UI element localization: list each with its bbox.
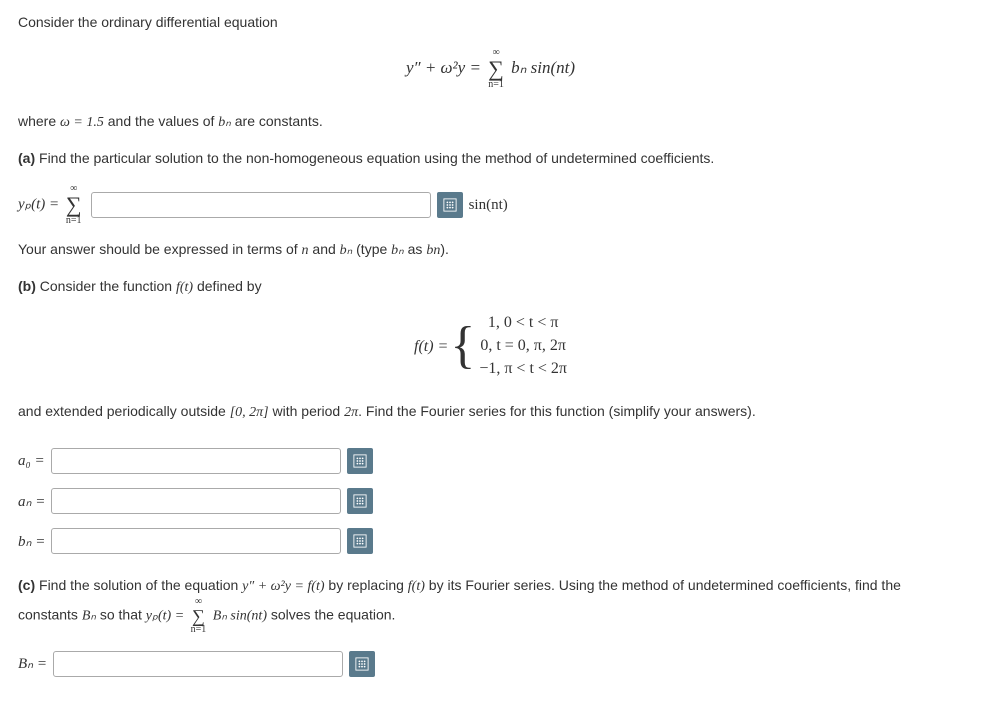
note-bn2: bₙ (391, 243, 404, 258)
sigma-icon: ∑ (192, 607, 205, 625)
sum-lower: n=1 (488, 80, 504, 90)
where-mid: and the values of (104, 113, 218, 129)
Bn-label: Bₙ = (18, 654, 47, 673)
yp-sum-bot: n=1 (66, 216, 82, 226)
note-and: and (309, 241, 340, 257)
note-mid: (type (352, 241, 391, 257)
ext-pre: and extended periodically outside (18, 403, 230, 419)
part-b: (b) Consider the function f(t) defined b… (18, 277, 963, 298)
brace-icon: { (450, 323, 475, 370)
pc-ft: f(t) (408, 579, 425, 594)
Bn-input[interactable] (53, 651, 343, 677)
pc-t1: Find the solution of the equation (35, 577, 242, 593)
note-as: as (404, 241, 427, 257)
extend-line: and extended periodically outside [0, 2π… (18, 402, 963, 423)
case2: 0, t = 0, π, 2π (479, 336, 567, 357)
where-omega: ω = 1.5 (60, 115, 104, 130)
an-label: aₙ = (18, 492, 45, 511)
note-bn3: bn (426, 243, 440, 258)
an-input[interactable] (51, 488, 341, 514)
intro-text: Consider the ordinary differential equat… (18, 14, 963, 30)
where-pre: where (18, 113, 60, 129)
ext-post: . Find the Fourier series for this funct… (358, 403, 756, 419)
pc-Bn: Bₙ (82, 609, 96, 624)
note-a: Your answer should be expressed in terms… (18, 240, 963, 261)
pc-eq: y″ + ω²y = f(t) (242, 579, 324, 594)
ext-period: 2π (344, 405, 358, 420)
yp-label: yₚ(t) = ∞ ∑ n=1 (18, 184, 85, 226)
pc-t4: so that (96, 607, 146, 623)
piecewise-lhs: f(t) = (414, 338, 448, 356)
yp-after: sin(nt) (469, 197, 508, 214)
sigma-icon: ∑ (66, 194, 82, 216)
keypad-icon (355, 657, 369, 671)
pc-t2: by replacing (325, 577, 408, 593)
where-line: where ω = 1.5 and the values of bₙ are c… (18, 112, 963, 133)
a0-input[interactable] (51, 448, 341, 474)
cases: 1, 0 < t < π 0, t = 0, π, 2π −1, π < t <… (479, 313, 567, 379)
where-bn: bₙ (218, 115, 231, 130)
bn-calc-button[interactable] (347, 528, 373, 554)
part-b-label: (b) (18, 278, 36, 294)
an-calc-button[interactable] (347, 488, 373, 514)
pc-sum: ∞∑n=1 (188, 597, 210, 635)
piecewise-eq: f(t) = { 1, 0 < t < π 0, t = 0, π, 2π −1… (18, 313, 963, 379)
yp-calc-button[interactable] (437, 192, 463, 218)
note-n: n (302, 243, 309, 258)
bn-label: bₙ = (18, 532, 45, 551)
pc-sum-bot: n=1 (191, 625, 207, 635)
a0-calc-button[interactable] (347, 448, 373, 474)
summation: ∞ ∑ n=1 (485, 48, 507, 90)
pc-t5: solves the equation. (267, 607, 395, 623)
part-b-text: Consider the function (36, 278, 176, 294)
part-a: (a) Find the particular solution to the … (18, 149, 963, 169)
note-bn: bₙ (340, 243, 353, 258)
eq-rhs: bₙ sin(nt) (511, 58, 575, 77)
case1: 1, 0 < t < π (479, 313, 567, 334)
bn-row: bₙ = (18, 528, 963, 554)
a0-label: a₀ = (18, 453, 45, 470)
ext-int: [0, 2π] (230, 405, 269, 420)
a0-row: a₀ = (18, 448, 963, 474)
case3: −1, π < t < 2π (479, 359, 567, 380)
yp-row: yₚ(t) = ∞ ∑ n=1 sin(nt) (18, 184, 963, 226)
an-row: aₙ = (18, 488, 963, 514)
part-c: (c) Find the solution of the equation y″… (18, 576, 963, 635)
main-equation: y″ + ω²y = ∞ ∑ n=1 bₙ sin(nt) (18, 48, 963, 90)
keypad-icon (353, 494, 367, 508)
part-b-text2: defined by (193, 278, 262, 294)
eq-lhs: y″ + ω²y = (406, 58, 485, 77)
part-c-label: (c) (18, 577, 35, 593)
where-post: are constants. (231, 113, 323, 129)
part-a-label: (a) (18, 150, 35, 166)
yp-label-text: yₚ(t) = (18, 197, 63, 213)
ext-mid: with period (269, 403, 344, 419)
bn-input[interactable] (51, 528, 341, 554)
pc-yp: yₚ(t) = (146, 609, 188, 624)
note-pre: Your answer should be expressed in terms… (18, 241, 302, 257)
part-b-ft: f(t) (176, 280, 193, 295)
part-a-text: Find the particular solution to the non-… (35, 150, 714, 166)
pc-rhs: Bₙ sin(nt) (209, 609, 267, 624)
note-end: ). (440, 241, 449, 257)
keypad-icon (353, 534, 367, 548)
yp-sum: ∞ ∑ n=1 (63, 184, 85, 226)
Bn-calc-button[interactable] (349, 651, 375, 677)
keypad-icon (443, 198, 457, 212)
yp-input[interactable] (91, 192, 431, 218)
keypad-icon (353, 454, 367, 468)
sigma-icon: ∑ (488, 58, 504, 80)
Bn-row: Bₙ = (18, 651, 963, 677)
